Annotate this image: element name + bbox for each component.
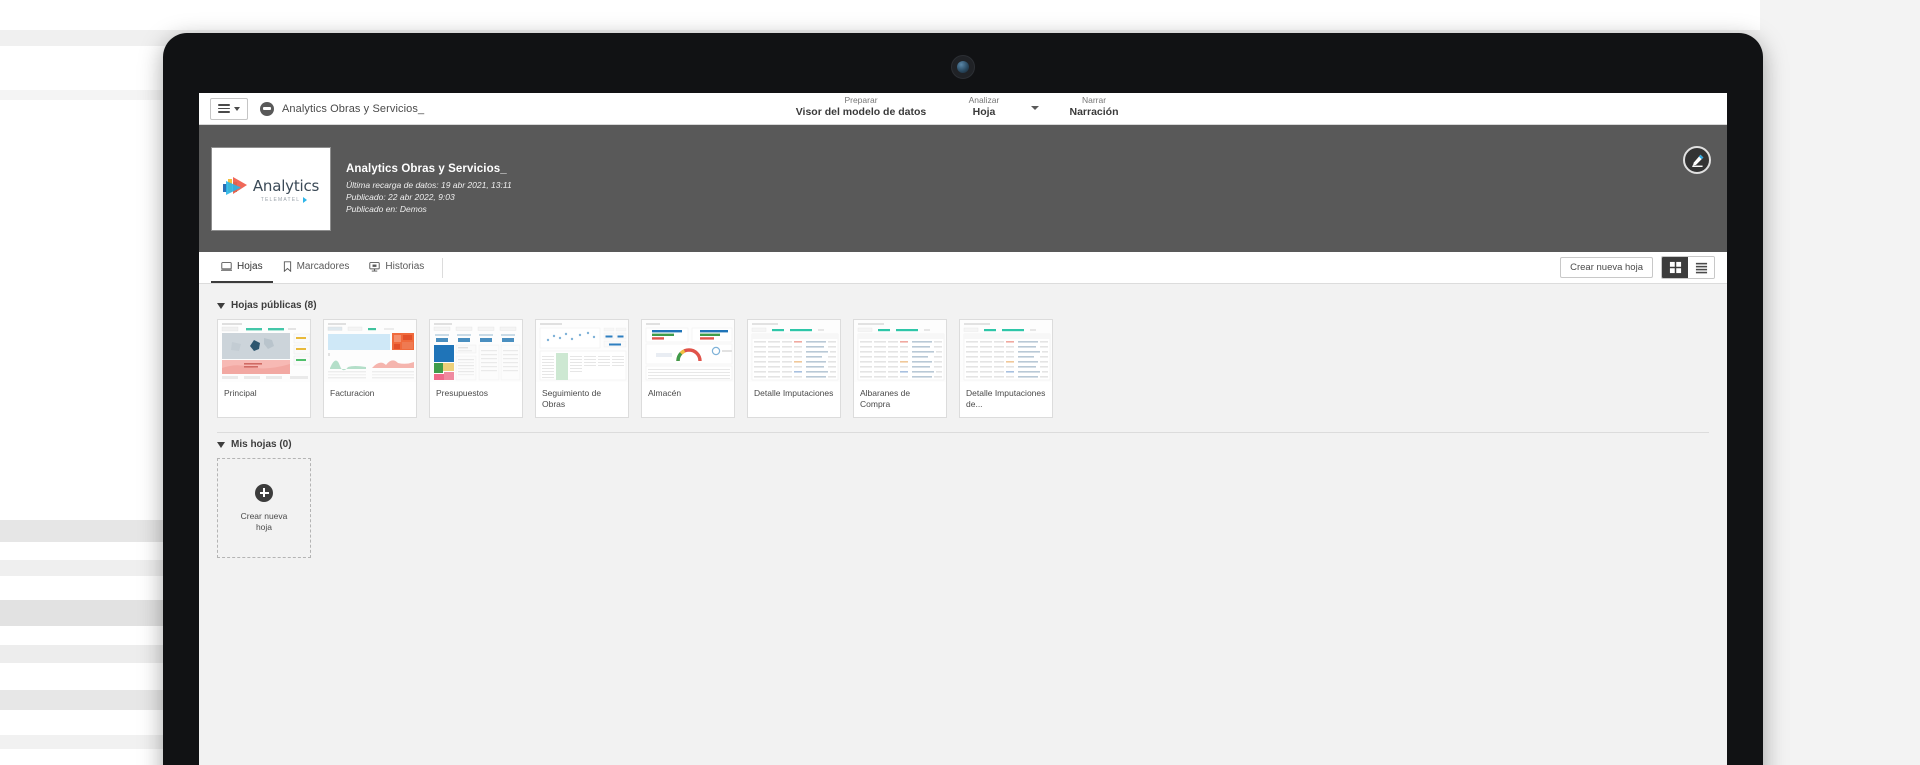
sheet-thumbnail: [748, 320, 840, 382]
sheet-thumbnail: [536, 320, 628, 382]
nav-kicker-analizar: Analizar: [939, 95, 1029, 106]
tab-label-marcadores: Marcadores: [297, 261, 350, 272]
nav-item-narrar[interactable]: Narrar Narración: [1054, 95, 1134, 118]
tab-marcadores[interactable]: Marcadores: [273, 252, 360, 283]
analytics-logo-mark-icon: [223, 175, 249, 197]
sheet-card-presupuestos[interactable]: Presupuestos: [429, 319, 523, 418]
app-heading: Analytics Obras y Servicios_: [346, 163, 512, 175]
section-header-my-sheets[interactable]: Mis hojas (0): [217, 439, 1713, 450]
app-meta-published: Publicado: 22 abr 2022, 9:03: [346, 191, 512, 203]
nav-label-analizar: Hoja: [939, 106, 1029, 118]
grid-view-button[interactable]: [1662, 257, 1688, 278]
sheet-thumbnail: [324, 320, 416, 382]
collapse-triangle-icon: [217, 442, 225, 448]
story-icon: [369, 261, 380, 272]
plus-icon: [255, 484, 273, 502]
navigation-menu-button[interactable]: [210, 98, 248, 120]
tab-historias[interactable]: Historias: [359, 252, 434, 283]
tab-hojas[interactable]: Hojas: [211, 252, 273, 283]
sheet-thumbnail: [960, 320, 1052, 382]
sheet-thumbnail: [854, 320, 946, 382]
section-divider: [217, 432, 1709, 433]
bookmark-icon: [283, 261, 292, 272]
nav-kicker-preparar: Preparar: [771, 95, 951, 106]
sheet-title: Detalle Imputaciones de...: [960, 382, 1052, 417]
app-header: Analytics TELEMATEL Analytics Obras y Se…: [199, 125, 1727, 252]
view-toggle: [1661, 256, 1715, 279]
logo-subtitle: TELEMATEL: [261, 197, 301, 203]
sheet-title: Almacén: [642, 382, 734, 410]
collapse-triangle-icon: [217, 303, 225, 309]
list-view-button[interactable]: [1688, 257, 1714, 278]
app-icon: [260, 102, 274, 116]
logo-wordmark: Analytics: [253, 177, 319, 195]
sheet-card-detalle-imputaciones[interactable]: Detalle Imputaciones: [747, 319, 841, 418]
create-new-sheet-label-line2: hoja: [256, 522, 272, 532]
sheet-card-albaranes-de-compra[interactable]: Albaranes de Compra: [853, 319, 947, 418]
app-top-bar: Analytics Obras y Servicios_ Preparar Vi…: [199, 93, 1727, 125]
tab-strip-actions: Crear nueva hoja: [1560, 256, 1715, 279]
create-new-sheet-tile[interactable]: Crear nueva hoja: [217, 458, 311, 558]
webcam-icon: [951, 55, 975, 79]
public-sheets-grid: Principal: [217, 319, 1713, 418]
analytics-logo: Analytics TELEMATEL: [223, 175, 319, 203]
nav-kicker-narrar: Narrar: [1054, 95, 1134, 106]
app-meta-reload: Última recarga de datos: 19 abr 2021, 13…: [346, 179, 512, 191]
sheet-card-facturacion[interactable]: Facturacion: [323, 319, 417, 418]
tab-list: Hojas Marcadores: [211, 252, 443, 283]
sheet-icon: [221, 261, 232, 272]
sheet-thumbnail: [218, 320, 310, 382]
sheet-card-almacen[interactable]: Almacén: [641, 319, 735, 418]
app-screen: Analytics Obras y Servicios_ Preparar Vi…: [199, 93, 1727, 765]
tab-divider: [442, 258, 443, 278]
app-tab-strip: Hojas Marcadores: [199, 252, 1727, 284]
app-info: Analytics Obras y Servicios_ Última reca…: [346, 163, 512, 215]
grid-view-icon: [1669, 261, 1682, 274]
sheet-title: Facturacion: [324, 382, 416, 410]
sheet-title: Detalle Imputaciones: [748, 382, 840, 410]
sheet-title: Albaranes de Compra: [854, 382, 946, 417]
create-new-sheet-label-line1: Crear nueva: [241, 511, 288, 521]
app-meta-published-in: Publicado en: Demos: [346, 203, 512, 215]
tab-label-historias: Historias: [385, 261, 424, 272]
nav-label-narrar: Narración: [1054, 106, 1134, 118]
nav-item-analizar[interactable]: Analizar Hoja: [939, 95, 1029, 118]
nav-chevron-down-icon[interactable]: [1031, 106, 1039, 110]
screenshot-root: Analytics Obras y Servicios_ Preparar Vi…: [0, 0, 1920, 765]
create-sheet-button[interactable]: Crear nueva hoja: [1560, 257, 1653, 278]
nav-label-preparar: Visor del modelo de datos: [771, 106, 951, 118]
edit-button[interactable]: [1683, 146, 1711, 174]
sheet-thumbnail: [430, 320, 522, 382]
sheet-title: Seguimiento de Obras: [536, 382, 628, 417]
tab-label-hojas: Hojas: [237, 261, 263, 272]
logo-subtitle-row: TELEMATEL: [261, 197, 308, 203]
section-title-public-sheets: Hojas públicas (8): [231, 300, 317, 311]
sheet-card-detalle-imputaciones-de[interactable]: Detalle Imputaciones de...: [959, 319, 1053, 418]
laptop-frame: Analytics Obras y Servicios_ Preparar Vi…: [163, 33, 1763, 765]
sheet-title: Presupuestos: [430, 382, 522, 410]
hamburger-icon: [218, 104, 230, 113]
sheets-content: Hojas públicas (8): [199, 284, 1727, 765]
section-header-public-sheets[interactable]: Hojas públicas (8): [217, 300, 1713, 311]
section-title-my-sheets: Mis hojas (0): [231, 439, 292, 450]
list-view-icon: [1695, 261, 1708, 274]
app-thumbnail: Analytics TELEMATEL: [211, 147, 331, 231]
pencil-icon: [1690, 153, 1705, 168]
app-title: Analytics Obras y Servicios_: [282, 103, 424, 115]
logo-triangle-icon: [303, 197, 307, 203]
sheet-thumbnail: [642, 320, 734, 382]
sheet-card-seguimiento-de-obras[interactable]: Seguimiento de Obras: [535, 319, 629, 418]
sheet-card-principal[interactable]: Principal: [217, 319, 311, 418]
sheet-title: Principal: [218, 382, 310, 410]
create-new-sheet-label: Crear nueva hoja: [241, 511, 288, 533]
analysis-nav: Preparar Visor del modelo de datos Anali…: [199, 93, 1727, 125]
nav-item-preparar[interactable]: Preparar Visor del modelo de datos: [771, 95, 951, 118]
chevron-down-icon: [234, 107, 240, 111]
